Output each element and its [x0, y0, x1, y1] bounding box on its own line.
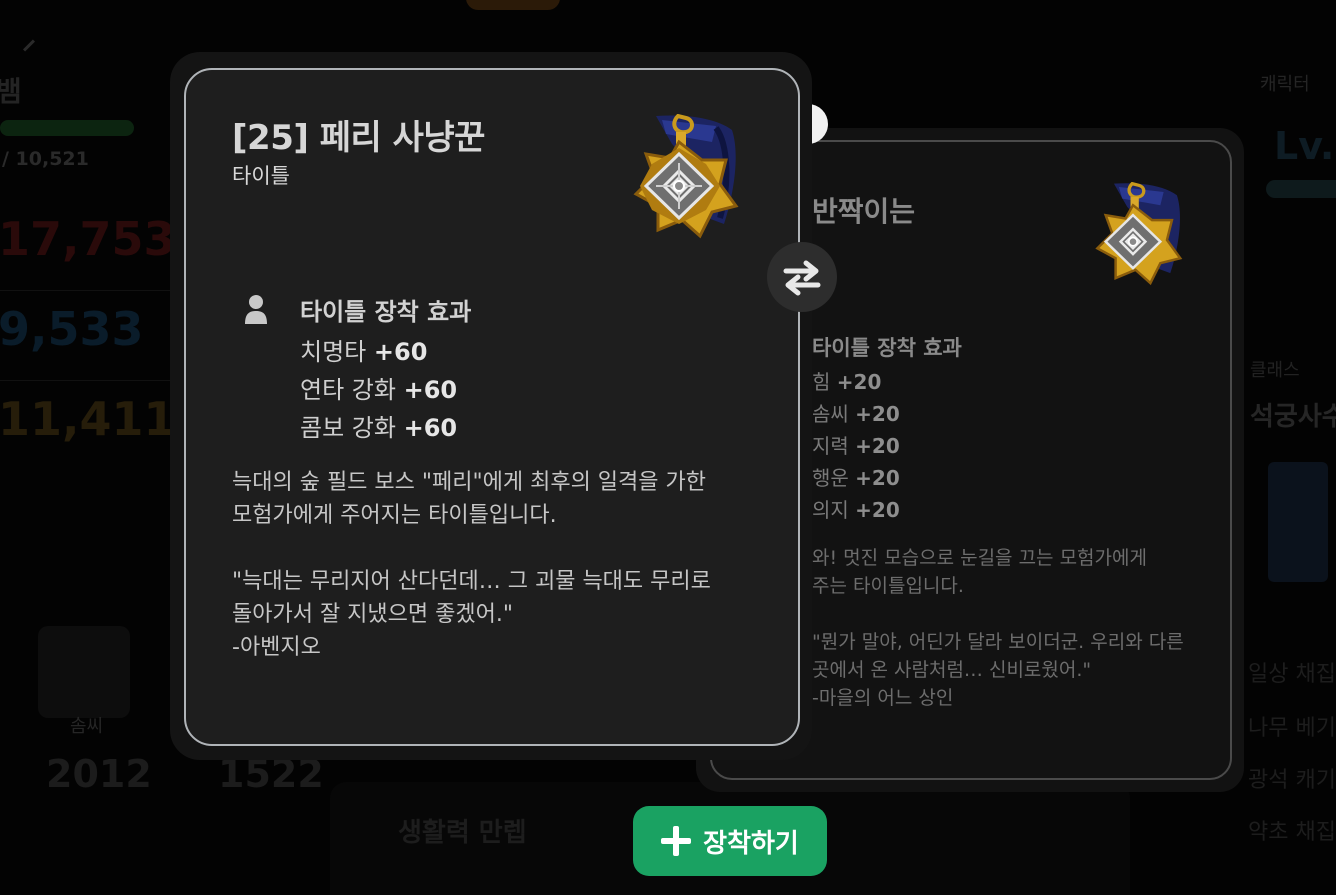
description-line: 곳에서 온 사람처럼… 신비로웠어." [812, 659, 1092, 681]
background-list-item: 일상 채집 [1248, 662, 1336, 687]
effect-value: +20 [836, 370, 882, 394]
effect-list: 치명타 +60 연타 강화 +60 콤보 강화 +60 [300, 332, 457, 446]
background-list-item: 광석 캐기 [1248, 768, 1336, 793]
effect-row: 콤보 강화 +60 [300, 408, 457, 446]
equipped-effect-list: 힘 +20 솜씨 +20 지력 +20 행운 +20 의지 +20 [812, 366, 900, 526]
effect-value: +20 [855, 434, 900, 458]
person-icon [245, 295, 267, 324]
description-line: -마을의 어느 상인 [812, 687, 954, 709]
effect-row: 지력 +20 [812, 430, 900, 462]
effect-title: 타이틀 장착 효과 [300, 298, 472, 326]
title-name: [25] 페리 사냥꾼 [232, 118, 485, 158]
swap-compare-button[interactable] [767, 242, 837, 312]
divider [0, 380, 170, 381]
effect-value: +20 [855, 466, 900, 490]
effect-name: 콤보 강화 [300, 414, 396, 442]
effect-row: 솜씨 +20 [812, 398, 900, 430]
effect-row: 의지 +20 [812, 494, 900, 526]
background-right-label: 캐릭터 [1260, 74, 1310, 95]
effect-row: 행운 +20 [812, 462, 900, 494]
description-line: 늑대의 숲 필드 보스 "페리"에게 최후의 일격을 가한 [232, 470, 706, 495]
background-class: 석궁사수 [1250, 402, 1336, 432]
background-level: Lv. 6 [1274, 124, 1336, 168]
background-class-label: 클래스 [1250, 360, 1300, 381]
background-character-image [1268, 462, 1328, 582]
description-line: -아벤지오 [232, 635, 321, 660]
title-category: 타이틀 [232, 164, 290, 188]
background-stat-1: 17,753 [0, 212, 176, 266]
description-line: "늑대는 무리지어 산다던데… 그 괴물 늑대도 무리로 [232, 569, 711, 594]
equip-button[interactable]: 장착하기 [633, 806, 827, 876]
background-list-item: 나무 베기 [1248, 716, 1336, 741]
effect-name: 솜씨 [812, 402, 849, 426]
description-line: 와! 멋진 모습으로 눈길을 끄는 모험가에게 [812, 547, 1147, 569]
background-name: 뱀 [0, 75, 22, 108]
selected-title-card-inner: [25] 페리 사냥꾼 타이틀 타이틀 장착 효과 치명타 +60 연타 강화 … [184, 68, 800, 746]
equipped-title-name: 반짝이는 [812, 195, 916, 228]
divider [0, 290, 170, 291]
effect-name: 치명타 [300, 338, 367, 366]
effect-row: 치명타 +60 [300, 332, 457, 370]
background-stat-2: 9,533 [0, 302, 144, 356]
effect-name: 행운 [812, 466, 849, 490]
background-list-item: 약초 채집 [1248, 820, 1336, 845]
equip-button-label: 장착하기 [703, 828, 799, 859]
effect-value: +20 [855, 402, 900, 426]
background-pill [466, 0, 560, 10]
background-stat-value-1: 2012 [46, 752, 152, 796]
celtic-knot-medal-icon [633, 114, 739, 239]
effect-value: +60 [403, 414, 458, 442]
effect-row: 힘 +20 [812, 366, 900, 398]
swap-arrows-icon [783, 260, 821, 296]
background-stat-3: 11,411 [0, 392, 176, 446]
effect-value: +20 [855, 498, 900, 522]
equipped-description: 와! 멋진 모습으로 눈길을 끄는 모험가에게 주는 타이틀입니다. "뭔가 말… [812, 544, 1230, 712]
effect-row: 연타 강화 +60 [300, 370, 457, 408]
effect-name: 지력 [812, 434, 849, 458]
effect-name: 의지 [812, 498, 849, 522]
background-xp: / 10,521 [2, 148, 89, 170]
effect-value: +60 [403, 376, 458, 404]
background-level-bar [1266, 180, 1336, 198]
effect-name: 힘 [812, 370, 831, 394]
effect-name: 연타 강화 [300, 376, 396, 404]
celtic-knot-medal-icon [1095, 182, 1183, 286]
selected-title-card: [25] 페리 사냥꾼 타이틀 타이틀 장착 효과 치명타 +60 연타 강화 … [170, 52, 812, 760]
background-stat-card [38, 626, 130, 718]
equipped-effect-title: 타이틀 장착 효과 [812, 336, 962, 360]
description-line: 주는 타이틀입니다. [812, 575, 964, 597]
edit-icon [22, 39, 36, 52]
description-line: 돌아가서 잘 지냈으면 좋겠어." [232, 602, 513, 627]
description-line: 모험가에게 주어지는 타이틀입니다. [232, 503, 557, 528]
plus-icon [661, 826, 692, 856]
description-line: "뭔가 말야, 어딘가 달라 보이더군. 우리와 다른 [812, 631, 1184, 653]
background-xp-bar [0, 120, 134, 136]
background-bottom-text: 생활력 만렙 [398, 818, 527, 848]
title-description: 늑대의 숲 필드 보스 "페리"에게 최후의 일격을 가한 모험가에게 주어지는… [232, 466, 772, 664]
effect-value: +60 [373, 338, 428, 366]
background-stat-label: 솜씨 [70, 716, 104, 737]
